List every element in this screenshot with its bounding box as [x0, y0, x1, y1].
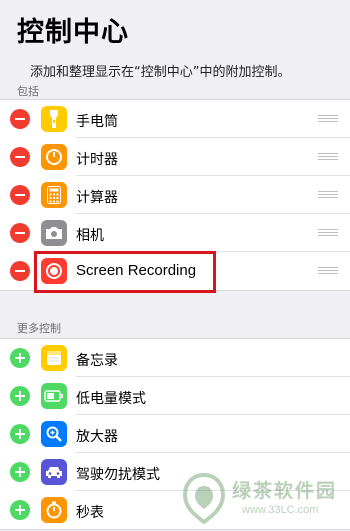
remove-button[interactable] [10, 109, 30, 129]
item-label: 手电筒 [76, 114, 118, 130]
item-label: 秒表 [76, 505, 104, 521]
magnifier-icon [41, 421, 67, 447]
add-button[interactable] [10, 462, 30, 482]
list-item: 低电量模式 [0, 377, 350, 415]
item-label: 驾驶勿扰模式 [76, 467, 160, 483]
list-item: 计算器 [0, 176, 350, 214]
reorder-handle-icon[interactable] [318, 191, 338, 199]
remove-button[interactable] [10, 223, 30, 243]
stopwatch-icon [41, 497, 67, 523]
list-item: 手电筒 [0, 100, 350, 138]
page-description: 添加和整理显示在“控制中心”中的附加控制。 [30, 65, 291, 80]
flashlight-icon [41, 106, 67, 132]
item-label: 计算器 [76, 190, 118, 206]
reorder-handle-icon[interactable] [318, 229, 338, 237]
reorder-handle-icon[interactable] [318, 115, 338, 123]
calculator-icon [41, 182, 67, 208]
item-label: 相机 [76, 228, 104, 244]
page-title: 控制中心 [17, 17, 129, 48]
add-button[interactable] [10, 348, 30, 368]
remove-button[interactable] [10, 261, 30, 281]
section-header-more: 更多控制 [17, 322, 61, 335]
remove-button[interactable] [10, 147, 30, 167]
item-label: 低电量模式 [76, 391, 146, 407]
highlight-box [34, 251, 216, 293]
camera-icon [41, 220, 67, 246]
list-item: 相机 [0, 214, 350, 252]
notes-icon [41, 345, 67, 371]
watermark-brand: 绿茶软件园 [232, 480, 338, 502]
reorder-handle-icon[interactable] [318, 153, 338, 161]
add-button[interactable] [10, 424, 30, 444]
timer-icon [41, 144, 67, 170]
watermark-url: www.33LC.com [242, 504, 319, 516]
add-button[interactable] [10, 386, 30, 406]
car-icon [41, 459, 67, 485]
reorder-handle-icon[interactable] [318, 267, 338, 275]
item-label: 放大器 [76, 429, 118, 445]
list-item: 放大器 [0, 415, 350, 453]
watermark-logo-icon [182, 472, 226, 524]
add-button[interactable] [10, 500, 30, 520]
section-header-included: 包括 [17, 85, 39, 98]
list-item: 计时器 [0, 138, 350, 176]
low-power-mode-icon [41, 383, 67, 409]
item-label: 计时器 [76, 152, 118, 168]
watermark: 绿茶软件园 www.33LC.com [180, 470, 345, 528]
item-label: 备忘录 [76, 353, 118, 369]
list-item: 备忘录 [0, 339, 350, 377]
remove-button[interactable] [10, 185, 30, 205]
